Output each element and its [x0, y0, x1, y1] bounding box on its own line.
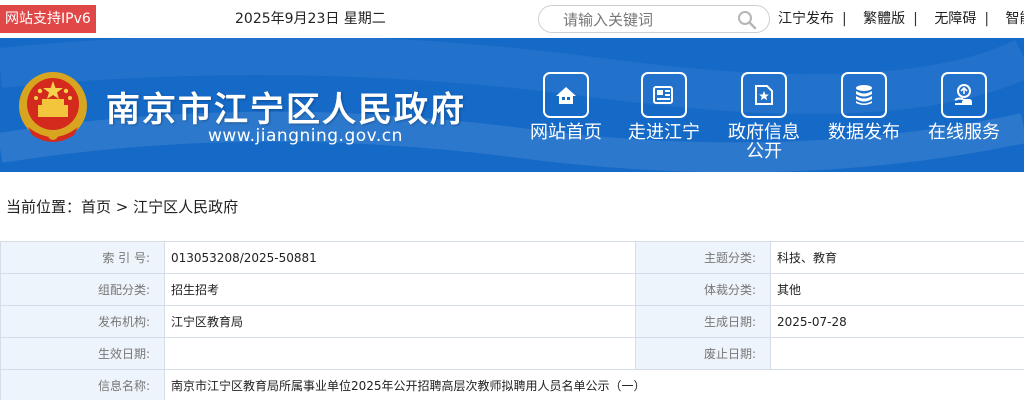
link-jiangning-release[interactable]: 江宁发布 [778, 11, 834, 27]
site-header: 南京市江宁区人民政府 www.jiangning.gov.cn 网站首页 走进江… [0, 38, 1024, 172]
label-expiry-date: 废止日期: [635, 337, 771, 370]
breadcrumb-current-link[interactable]: 江宁区人民政府 [133, 198, 238, 216]
site-title[interactable]: 南京市江宁区人民政府 [106, 82, 466, 131]
label-effective-date: 生效日期: [0, 337, 165, 370]
link-separator: | [913, 11, 918, 27]
nav-about-jiangning[interactable]: 走进江宁 [614, 72, 714, 142]
table-row: 组配分类: 招生招考 体裁分类: 其他 [0, 273, 1024, 306]
search-box [538, 5, 770, 33]
value-publishing-agency: 江宁区教育局 [164, 305, 636, 338]
link-separator: | [842, 11, 847, 27]
value-topic-category: 科技、教育 [770, 241, 1024, 274]
search-input[interactable] [563, 9, 733, 31]
label-topic-category: 主题分类: [635, 241, 771, 274]
database-icon [841, 72, 887, 118]
nav-label: 网站首页 [530, 122, 602, 143]
label-publishing-agency: 发布机构: [0, 305, 165, 338]
label-creation-date: 生成日期: [635, 305, 771, 338]
value-expiry-date [770, 337, 1024, 370]
value-effective-date [164, 337, 636, 370]
national-emblem-icon[interactable] [16, 69, 90, 145]
service-hand-icon [941, 72, 987, 118]
site-url: www.jiangning.gov.cn [208, 126, 403, 146]
nav-home[interactable]: 网站首页 [516, 72, 616, 142]
top-bar: 网站支持IPv6 2025年9月23日 星期二 江宁发布 | 繁體版 | 无障碍 | … [0, 0, 1024, 38]
current-date: 2025年9月23日 星期二 [235, 11, 386, 27]
table-row: 索 引 号: 013053208/2025-50881 主题分类: 科技、教育 [0, 241, 1024, 274]
newspaper-icon [641, 72, 687, 118]
top-links: 江宁发布 | 繁體版 | 无障碍 | 智能 [778, 8, 1024, 28]
nav-government-info-disclosure[interactable]: 政府信息公开 [714, 72, 814, 161]
nav-label: 在线服务 [928, 122, 1000, 143]
value-genre-category: 其他 [770, 273, 1024, 306]
label-info-title: 信息名称: [0, 369, 165, 400]
label-assignment-category: 组配分类: [0, 273, 165, 306]
breadcrumb-prefix: 当前位置： [6, 198, 82, 216]
label-genre-category: 体裁分类: [635, 273, 771, 306]
link-separator: | [984, 11, 990, 27]
value-info-title: 南京市江宁区教育局所属事业单位2025年公开招聘高层次教师拟聘用人员名单公示（一… [164, 369, 1024, 400]
document-star-icon [741, 72, 787, 118]
nav-online-services[interactable]: 在线服务 [914, 72, 1014, 142]
label-index-number: 索 引 号: [0, 241, 165, 274]
table-row: 信息名称: 南京市江宁区教育局所属事业单位2025年公开招聘高层次教师拟聘用人员… [0, 369, 1024, 400]
nav-label: 走进江宁 [628, 122, 700, 143]
value-creation-date: 2025-07-28 [770, 305, 1024, 338]
search-icon[interactable] [737, 10, 757, 30]
info-metadata-table: 索 引 号: 013053208/2025-50881 主题分类: 科技、教育 … [0, 241, 1024, 400]
nav-data-release[interactable]: 数据发布 [814, 72, 914, 142]
breadcrumb: 当前位置：首页 > 江宁区人民政府 [6, 196, 238, 217]
table-row: 发布机构: 江宁区教育局 生成日期: 2025-07-28 [0, 305, 1024, 338]
home-icon [543, 72, 589, 118]
table-row: 生效日期: 废止日期: [0, 337, 1024, 370]
breadcrumb-home-link[interactable]: 首页 [81, 198, 111, 216]
breadcrumb-separator: > [111, 198, 134, 216]
link-traditional-chinese[interactable]: 繁體版 [863, 11, 905, 27]
link-smart[interactable]: 智能 [1006, 11, 1024, 27]
value-index-number: 013053208/2025-50881 [164, 241, 636, 274]
value-assignment-category: 招生招考 [164, 273, 636, 306]
link-accessibility[interactable]: 无障碍 [934, 11, 976, 27]
ipv6-badge: 网站支持IPv6 [0, 5, 96, 33]
nav-label: 数据发布 [828, 122, 900, 143]
nav-label: 政府信息公开 [728, 122, 800, 162]
